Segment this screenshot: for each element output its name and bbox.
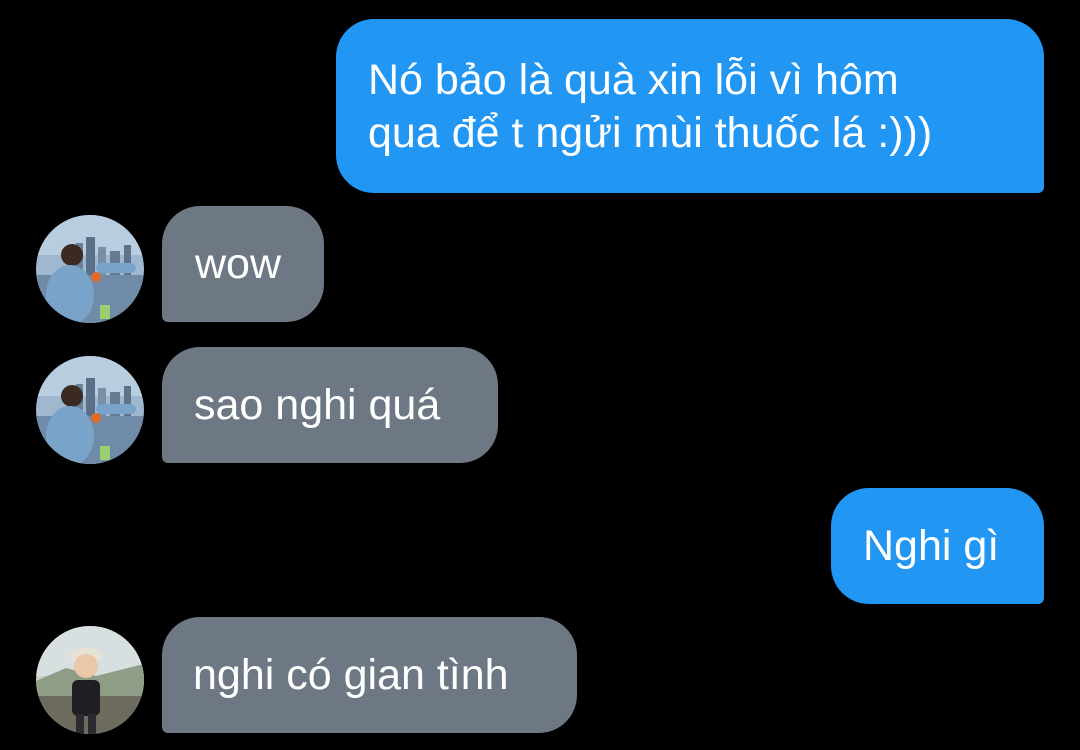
contact-avatar[interactable] bbox=[36, 356, 144, 464]
avatar-photo-icon bbox=[36, 215, 144, 323]
message-text-line: qua để t ngửi mùi thuốc lá :))) bbox=[368, 109, 933, 157]
message-text: wow bbox=[195, 240, 282, 288]
message-text-line: Nó bảo là quà xin lỗi vì hôm bbox=[368, 56, 899, 104]
message-text: nghi có gian tình bbox=[193, 651, 509, 699]
contact-avatar[interactable] bbox=[36, 626, 144, 734]
avatar-photo-icon bbox=[36, 626, 144, 734]
contact-avatar[interactable] bbox=[36, 215, 144, 323]
avatar-photo-icon bbox=[36, 356, 144, 464]
received-message-bubble[interactable]: wow bbox=[162, 206, 324, 322]
sent-message-bubble[interactable]: Nghi gì bbox=[831, 488, 1044, 604]
message-text: Nghi gì bbox=[863, 522, 1000, 570]
received-message-bubble[interactable]: nghi có gian tình bbox=[162, 617, 577, 733]
sent-message-bubble[interactable]: Nó bảo là quà xin lỗi vì hôm qua để t ng… bbox=[336, 19, 1044, 193]
message-text: sao nghi quá bbox=[194, 381, 441, 429]
received-message-bubble[interactable]: sao nghi quá bbox=[162, 347, 498, 463]
